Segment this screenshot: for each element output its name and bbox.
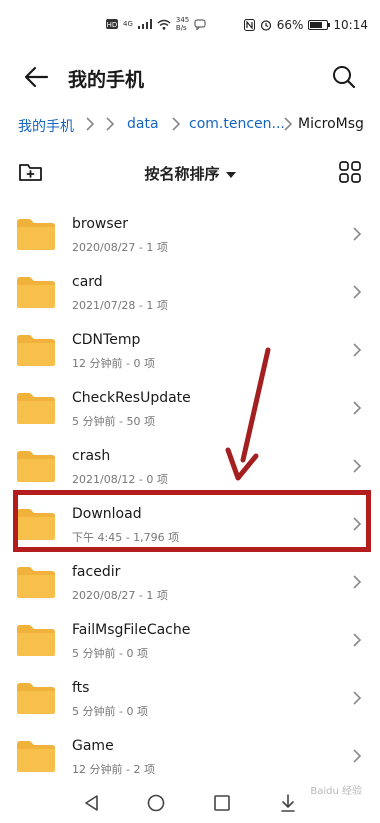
breadcrumb-item-my-phone[interactable]: 我的手机 bbox=[18, 116, 74, 136]
back-button[interactable] bbox=[22, 63, 52, 91]
nav-back-button[interactable] bbox=[80, 791, 104, 815]
search-button[interactable] bbox=[330, 63, 358, 91]
chevron-right-icon bbox=[353, 691, 362, 705]
folder-icon bbox=[17, 625, 55, 656]
toolbar: 按名称排序 bbox=[0, 157, 380, 191]
folder-meta: 12 分钟前 - 2 项 bbox=[72, 763, 155, 776]
list-item[interactable]: fts 5 分钟前 - 0 项 bbox=[0, 669, 380, 727]
alarm-icon bbox=[260, 20, 271, 31]
folder-icon bbox=[17, 741, 55, 772]
folder-icon bbox=[17, 509, 55, 540]
net-speed-value: 345 bbox=[175, 16, 190, 24]
folder-icon bbox=[17, 683, 55, 714]
svg-text:HD: HD bbox=[107, 21, 118, 29]
folder-name: CheckResUpdate bbox=[72, 390, 191, 406]
folder-name: FailMsgFileCache bbox=[72, 622, 191, 638]
list-item[interactable]: CDNTemp 12 分钟前 - 0 项 bbox=[0, 321, 380, 379]
nav-home-button[interactable] bbox=[144, 791, 168, 815]
back-arrow-icon bbox=[24, 66, 49, 88]
list-item[interactable]: CheckResUpdate 5 分钟前 - 50 项 bbox=[0, 379, 380, 437]
square-recents-icon bbox=[214, 795, 230, 811]
folder-meta: 2021/08/12 - 0 项 bbox=[72, 473, 168, 486]
net-speed-unit: B/s bbox=[175, 24, 187, 32]
chevron-right-icon bbox=[172, 117, 181, 131]
list-item[interactable]: Game 12 分钟前 - 2 项 bbox=[0, 727, 380, 785]
folder-meta: 2021/07/28 - 1 项 bbox=[72, 299, 168, 312]
list-item[interactable]: facedir 2020/08/27 - 1 项 bbox=[0, 553, 380, 611]
folder-name: CDNTemp bbox=[72, 332, 141, 348]
nav-recents-button[interactable] bbox=[210, 791, 234, 815]
status-left: HD 4G 345 B/s bbox=[106, 16, 206, 32]
triangle-back-icon bbox=[85, 795, 98, 811]
bubble-icon bbox=[194, 18, 206, 30]
folder-name: card bbox=[72, 274, 103, 290]
chevron-right-icon bbox=[353, 401, 362, 415]
page-title: 我的手机 bbox=[68, 69, 145, 91]
status-bar: HD 4G 345 B/s 66% 10:14 bbox=[0, 0, 380, 52]
breadcrumb-item-package[interactable]: com.tencen... bbox=[189, 116, 285, 132]
breadcrumb-item-data[interactable]: data bbox=[127, 116, 159, 132]
home-circle-icon bbox=[147, 794, 165, 812]
battery-icon bbox=[308, 20, 331, 30]
chevron-right-icon bbox=[353, 633, 362, 647]
folder-name: Game bbox=[72, 738, 114, 754]
download-arrow-icon bbox=[281, 794, 295, 812]
search-icon bbox=[333, 66, 356, 89]
folder-icon bbox=[17, 451, 55, 482]
list-item[interactable]: crash 2021/08/12 - 0 项 bbox=[0, 437, 380, 495]
folder-name: facedir bbox=[72, 564, 121, 580]
status-right: 66% 10:14 bbox=[243, 18, 368, 32]
folder-icon bbox=[17, 335, 55, 366]
breadcrumb: 我的手机 data com.tencen... MicroMsg bbox=[0, 112, 380, 138]
battery-percent: 66% bbox=[276, 18, 304, 32]
header: 我的手机 bbox=[0, 55, 380, 99]
folder-icon bbox=[17, 219, 55, 250]
wifi-icon bbox=[157, 19, 171, 30]
grid-view-icon bbox=[339, 161, 361, 183]
folder-meta: 5 分钟前 - 50 项 bbox=[72, 415, 155, 428]
folder-name: browser bbox=[72, 216, 129, 232]
folder-name: fts bbox=[72, 680, 90, 696]
list-item[interactable]: Download 下午 4:45 - 1,796 项 bbox=[0, 495, 380, 553]
hd-icon: HD bbox=[106, 19, 118, 29]
folder-meta: 5 分钟前 - 0 项 bbox=[72, 705, 148, 718]
sort-label: 按名称排序 bbox=[144, 165, 220, 183]
chevron-right-icon bbox=[106, 117, 115, 131]
list-item[interactable]: FailMsgFileCache 5 分钟前 - 0 项 bbox=[0, 611, 380, 669]
chevron-right-icon bbox=[353, 575, 362, 589]
folder-icon bbox=[17, 567, 55, 598]
network-label: 4G bbox=[123, 20, 133, 28]
breadcrumb-item-current: MicroMsg bbox=[298, 116, 364, 132]
folder-meta: 下午 4:45 - 1,796 项 bbox=[72, 531, 180, 544]
folder-meta: 5 分钟前 - 0 项 bbox=[72, 647, 148, 660]
nfc-icon bbox=[243, 19, 255, 31]
chevron-right-icon bbox=[86, 117, 95, 131]
chevron-right-icon bbox=[353, 227, 362, 241]
chevron-right-icon bbox=[353, 285, 362, 299]
folder-icon bbox=[17, 393, 55, 424]
chevron-right-icon bbox=[353, 749, 362, 763]
watermark: Baidu 经验 bbox=[310, 786, 362, 797]
list-item[interactable]: card 2021/07/28 - 1 项 bbox=[0, 263, 380, 321]
signal-icon bbox=[137, 19, 152, 29]
chevron-right-icon bbox=[353, 343, 362, 357]
folder-name: Download bbox=[72, 506, 142, 522]
folder-meta: 2020/08/27 - 1 项 bbox=[72, 241, 168, 254]
chevron-right-icon bbox=[284, 117, 293, 131]
battery-level bbox=[310, 22, 322, 28]
nav-extra-button[interactable] bbox=[276, 791, 300, 815]
list-item[interactable]: browser 2020/08/27 - 1 项 bbox=[0, 205, 380, 263]
net-speed: 345 B/s bbox=[176, 16, 189, 32]
chevron-right-icon bbox=[353, 459, 362, 473]
folder-meta: 12 分钟前 - 0 项 bbox=[72, 357, 155, 370]
chevron-right-icon bbox=[353, 517, 362, 531]
grid-view-button[interactable] bbox=[338, 160, 362, 184]
clock: 10:14 bbox=[333, 18, 368, 32]
folder-name: crash bbox=[72, 448, 111, 464]
folder-meta: 2020/08/27 - 1 项 bbox=[72, 589, 168, 602]
folder-icon bbox=[17, 277, 55, 308]
dropdown-triangle-icon bbox=[225, 171, 236, 178]
sort-button[interactable]: 按名称排序 bbox=[0, 163, 380, 184]
